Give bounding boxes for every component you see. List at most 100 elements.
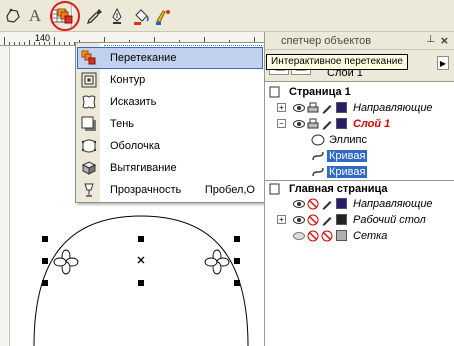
tree-row-label: Эллипс (329, 134, 367, 146)
tree-master-desktop[interactable]: + Рабочий стол (265, 212, 454, 228)
docker-pin-button[interactable]: ⊥ (426, 34, 435, 45)
tree-object-curve[interactable]: Кривая (265, 148, 454, 164)
eyedropper-icon (86, 7, 104, 25)
eye-icon[interactable] (293, 117, 305, 131)
ellipse-icon (311, 134, 325, 146)
no-print-icon[interactable] (307, 197, 319, 211)
center-mark (137, 256, 145, 264)
menu-item-extrude[interactable]: Вытягивание (77, 157, 263, 179)
ruler-tick (49, 42, 50, 45)
text-icon: A (28, 6, 42, 25)
ruler-tick (24, 42, 25, 45)
envelope-icon (77, 135, 100, 157)
menu-item-label: Перетекание (110, 52, 177, 64)
pen-nib-icon (108, 7, 126, 25)
contour-icon (77, 69, 100, 91)
extrude-icon (77, 157, 100, 179)
tree-row-label: Кривая (327, 166, 368, 178)
paint-bucket-icon (132, 7, 150, 25)
docker-header: спетчер объектов ⊥ × (265, 32, 454, 50)
tooltip: Интерактивное перетекание (266, 54, 408, 70)
docker-title: спетчер объектов (281, 35, 372, 47)
no-print-icon[interactable] (307, 229, 319, 243)
menu-item-contour[interactable]: Контур (77, 69, 263, 91)
menu-item-label: Оболочка (110, 140, 161, 152)
expand-toggle[interactable]: + (277, 103, 286, 112)
ruler-tick (59, 42, 60, 45)
ruler-tick (19, 42, 20, 45)
fill-tool-button[interactable] (130, 5, 152, 27)
menu-item-distort[interactable]: Исказить (77, 91, 263, 113)
shape-tool-button[interactable] (2, 5, 24, 27)
shadow-icon (77, 113, 100, 135)
pencil-icon[interactable] (321, 197, 333, 211)
menu-item-label: Исказить (110, 96, 157, 108)
transparency-icon (77, 179, 100, 201)
expand-toggle[interactable]: + (277, 215, 286, 224)
eye-icon[interactable] (293, 197, 305, 211)
tree-row-label: Сетка (353, 230, 388, 242)
tree-layer-1[interactable]: − Слой 1 (265, 116, 454, 132)
tree-row-label: Главная страница (289, 182, 388, 195)
collapse-toggle[interactable]: − (277, 119, 286, 128)
docker-close-button[interactable]: × (440, 34, 449, 47)
tree-row-label: Слой 1 (353, 118, 391, 130)
highlight-ring (50, 1, 80, 31)
interactive-fill-tool-button[interactable] (152, 5, 174, 27)
tree-object-ellipse[interactable]: Эллипс (265, 132, 454, 148)
no-edit-icon[interactable] (321, 229, 333, 243)
pencil-icon[interactable] (321, 117, 333, 131)
no-print-icon[interactable] (307, 213, 319, 227)
tree-layer-guides[interactable]: + Направляющие (265, 100, 454, 116)
blend-icon (77, 47, 100, 69)
vertical-ruler (0, 46, 10, 346)
tree-master-guides[interactable]: Направляющие (265, 196, 454, 212)
toolbox: A (0, 0, 454, 32)
ruler-tick (34, 42, 35, 45)
menu-item-transparency[interactable]: Прозрачность Пробел,О (77, 179, 263, 201)
tree-object-curve[interactable]: Кривая (265, 164, 454, 180)
curve-icon (311, 166, 325, 178)
menu-tearoff-line[interactable] (104, 45, 262, 46)
layer-color-swatch (336, 118, 347, 129)
ruler-label: 140 (35, 33, 51, 43)
interactive-fill-icon (154, 7, 172, 25)
menu-item-blend[interactable]: Перетекание (77, 47, 263, 69)
ruler-tick (54, 37, 55, 45)
outline-tool-button[interactable] (106, 5, 128, 27)
tree-row-label: Страница 1 (289, 86, 351, 98)
printer-icon[interactable] (307, 117, 319, 131)
ruler-tick (44, 42, 45, 45)
eyedropper-tool-button[interactable] (84, 5, 106, 27)
printer-icon[interactable] (307, 101, 319, 115)
shape-icon (4, 7, 22, 25)
tree-row-label: Рабочий стол (353, 214, 426, 226)
layer-color-swatch (336, 214, 347, 225)
ruler-tick (4, 37, 5, 45)
layer-color-swatch (336, 198, 347, 209)
eye-icon[interactable] (293, 101, 305, 115)
text-tool-button[interactable]: A (24, 5, 46, 27)
pencil-icon[interactable] (321, 101, 333, 115)
docker-menu-arrow[interactable]: ▶ (437, 56, 449, 70)
ruler-tick (39, 42, 40, 45)
layer-color-swatch (336, 230, 347, 241)
ruler-tick (9, 42, 10, 45)
eye-icon[interactable] (293, 213, 305, 227)
tree-page-1[interactable]: Страница 1 (265, 84, 454, 100)
menu-item-envelope[interactable]: Оболочка (77, 135, 263, 157)
eye-closed-icon[interactable] (293, 229, 305, 243)
tree-row-label: Кривая (327, 150, 368, 162)
menu-item-shadow[interactable]: Тень (77, 113, 263, 135)
distort-icon (77, 91, 100, 113)
menu-item-shortcut: Пробел,О (204, 184, 255, 196)
ruler-tick (14, 42, 15, 45)
flower-left (53, 249, 79, 275)
tree-master-grid[interactable]: Сетка (265, 228, 454, 244)
menu-item-label: Прозрачность (110, 184, 182, 196)
layer-color-swatch (336, 102, 347, 113)
curve-icon (311, 150, 325, 162)
pencil-icon[interactable] (321, 213, 333, 227)
tree-master-page[interactable]: Главная страница (265, 180, 454, 196)
page-icon (269, 183, 281, 195)
